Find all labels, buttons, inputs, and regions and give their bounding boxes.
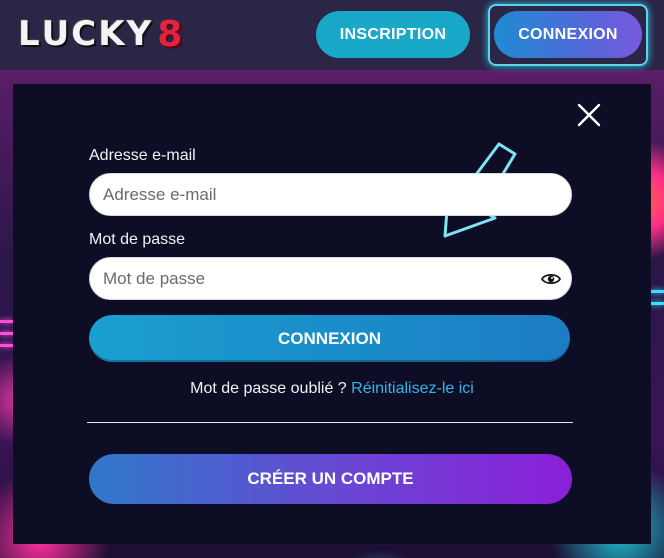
login-modal: Adresse e-mail Mot de passe CONNEXION Mo…	[13, 84, 651, 544]
neon-stripe	[0, 320, 14, 323]
forgot-password-text: Mot de passe oublié ?	[190, 380, 347, 397]
password-field-wrapper	[89, 257, 572, 300]
email-input[interactable]	[90, 174, 571, 215]
forgot-password-row: Mot de passe oublié ? Réinitialisez-le i…	[13, 380, 651, 398]
neon-stripe	[0, 332, 14, 335]
neon-stripe	[0, 344, 14, 347]
site-header: L U C K Y 8 INSCRIPTION CONNEXION	[0, 0, 664, 70]
email-label: Adresse e-mail	[89, 147, 196, 164]
divider	[87, 422, 573, 423]
create-account-button[interactable]: CRÉER UN COMPTE	[89, 454, 572, 504]
email-field-wrapper	[89, 173, 572, 216]
lucky8-logo[interactable]: L U C K Y 8	[18, 13, 183, 55]
logo-letter: U	[41, 14, 71, 54]
page: L U C K Y 8 INSCRIPTION CONNEXION Adress…	[0, 0, 664, 558]
eye-icon[interactable]	[541, 270, 561, 288]
header-connexion-button[interactable]: CONNEXION	[494, 11, 642, 58]
inscription-button[interactable]: INSCRIPTION	[316, 11, 470, 58]
logo-number: 8	[157, 13, 183, 55]
logo-letter: L	[18, 14, 41, 54]
reset-password-link[interactable]: Réinitialisez-le ici	[351, 380, 474, 397]
logo-letter: K	[98, 14, 126, 54]
logo-letter: C	[71, 14, 98, 54]
login-submit-button[interactable]: CONNEXION	[89, 315, 570, 362]
close-icon[interactable]	[576, 102, 602, 128]
logo-letter: Y	[126, 14, 153, 54]
password-label: Mot de passe	[89, 231, 186, 248]
neon-stripe	[650, 302, 664, 305]
password-input[interactable]	[90, 258, 571, 299]
neon-stripe	[650, 290, 664, 293]
